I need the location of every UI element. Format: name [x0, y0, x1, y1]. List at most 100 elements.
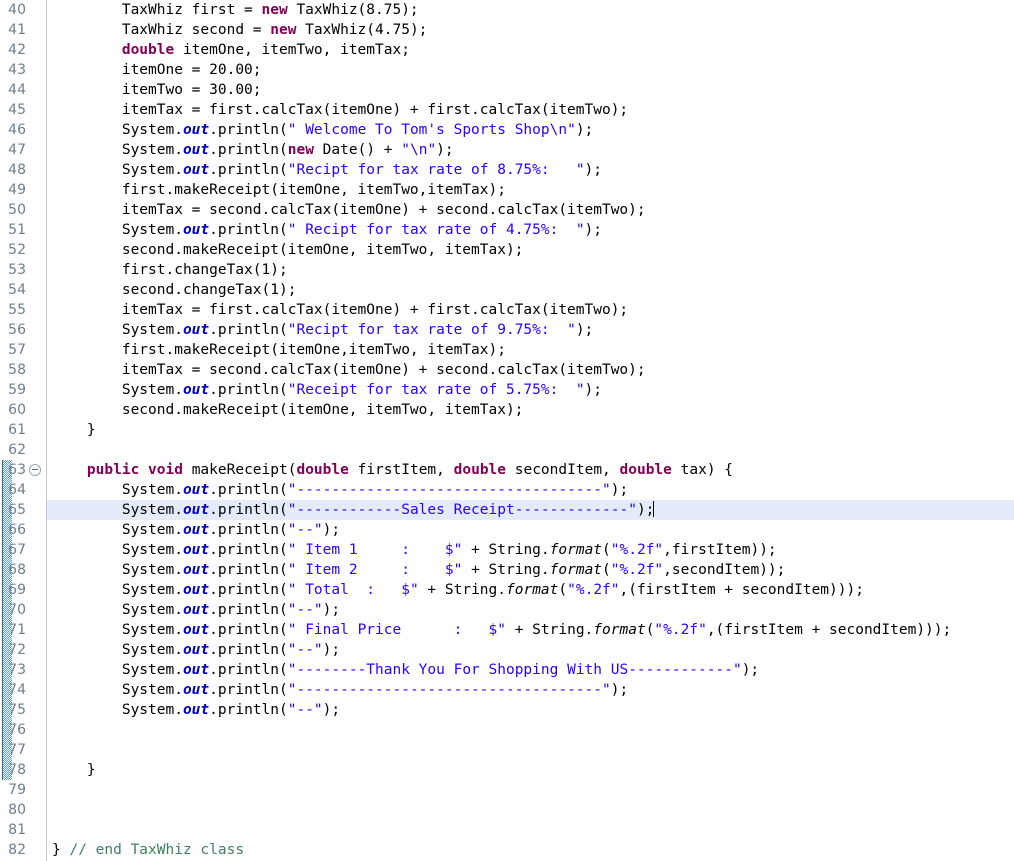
code-token: System. [52, 522, 183, 538]
code-token: new [270, 22, 296, 38]
line-number-52: 52 [0, 240, 26, 260]
code-token: .println( [209, 682, 288, 698]
code-token: .println( [209, 382, 288, 398]
code-token: ); [323, 642, 340, 658]
code-line-65[interactable]: System.out.println("------------Sales Re… [47, 500, 1014, 520]
code-line-76[interactable] [47, 720, 1014, 740]
code-token: out [183, 522, 209, 538]
code-token: format [550, 542, 602, 558]
code-line-41[interactable]: TaxWhiz second = new TaxWhiz(4.75); [47, 20, 1014, 40]
code-line-69[interactable]: System.out.println(" Total : $" + String… [47, 580, 1014, 600]
code-token: .println( [209, 662, 288, 678]
code-token: out [183, 502, 209, 518]
code-token: out [183, 602, 209, 618]
code-line-44[interactable]: itemTwo = 30.00; [47, 80, 1014, 100]
code-line-57[interactable]: first.makeReceipt(itemOne,itemTwo, itemT… [47, 340, 1014, 360]
code-line-54[interactable]: second.changeTax(1); [47, 280, 1014, 300]
code-line-77[interactable] [47, 740, 1014, 760]
code-line-60[interactable]: second.makeReceipt(itemOne, itemTwo, ite… [47, 400, 1014, 420]
line-number-73: 73 [0, 660, 26, 680]
code-token: double [620, 462, 672, 478]
code-line-45[interactable]: itemTax = first.calcTax(itemOne) + first… [47, 100, 1014, 120]
text-caret [653, 501, 654, 517]
code-token: new [288, 142, 314, 158]
code-line-52[interactable]: second.makeReceipt(itemOne, itemTwo, ite… [47, 240, 1014, 260]
code-line-74[interactable]: System.out.println("--------------------… [47, 680, 1014, 700]
code-token: " Welcome To Tom's Sports Shop\n" [288, 122, 576, 138]
line-number-76: 76 [0, 720, 26, 740]
code-line-82[interactable]: } // end TaxWhiz class [47, 840, 1014, 860]
code-line-42[interactable]: double itemOne, itemTwo, itemTax; [47, 40, 1014, 60]
code-line-75[interactable]: System.out.println("--"); [47, 700, 1014, 720]
code-line-73[interactable]: System.out.println("--------Thank You Fo… [47, 660, 1014, 680]
code-line-50[interactable]: itemTax = second.calcTax(itemOne) + seco… [47, 200, 1014, 220]
code-token: format [506, 582, 558, 598]
code-line-48[interactable]: System.out.println("Recipt for tax rate … [47, 160, 1014, 180]
code-token: "--" [288, 642, 323, 658]
code-line-70[interactable]: System.out.println("--"); [47, 600, 1014, 620]
code-line-79[interactable] [47, 780, 1014, 800]
line-number-gutter[interactable]: 4041424344454647484950515253545556575859… [0, 0, 47, 861]
code-token: ); [611, 682, 628, 698]
code-line-62[interactable] [47, 440, 1014, 460]
code-token [52, 462, 87, 478]
line-number-51: 51 [0, 220, 26, 240]
line-number-40: 40 [0, 0, 26, 20]
line-number-62: 62 [0, 440, 26, 460]
code-line-47[interactable]: System.out.println(new Date() + "\n"); [47, 140, 1014, 160]
line-number-63: 63 [0, 460, 26, 480]
line-number-71: 71 [0, 620, 26, 640]
code-line-61[interactable]: } [47, 420, 1014, 440]
line-number-81: 81 [0, 820, 26, 840]
code-line-46[interactable]: System.out.println(" Welcome To Tom's Sp… [47, 120, 1014, 140]
code-token: format [593, 622, 645, 638]
code-token: " Total : $" [288, 582, 419, 598]
code-line-78[interactable]: } [47, 760, 1014, 780]
code-token: itemOne = 20.00; [52, 62, 262, 78]
code-token: TaxWhiz(8.75); [288, 2, 419, 18]
code-token: secondItem, [506, 462, 620, 478]
code-line-49[interactable]: first.makeReceipt(itemOne, itemTwo,itemT… [47, 180, 1014, 200]
code-line-51[interactable]: System.out.println(" Recipt for tax rate… [47, 220, 1014, 240]
code-line-58[interactable]: itemTax = second.calcTax(itemOne) + seco… [47, 360, 1014, 380]
code-token: + String. [419, 582, 506, 598]
code-token: System. [52, 662, 183, 678]
code-line-67[interactable]: System.out.println(" Item 1 : $" + Strin… [47, 540, 1014, 560]
line-number-69: 69 [0, 580, 26, 600]
code-token: " Item 2 : $" [288, 562, 463, 578]
code-line-55[interactable]: itemTax = first.calcTax(itemOne) + first… [47, 300, 1014, 320]
line-number-65: 65 [0, 500, 26, 520]
code-text-area[interactable]: TaxWhiz first = new TaxWhiz(8.75); TaxWh… [47, 0, 1014, 861]
code-token: .println( [209, 222, 288, 238]
code-line-56[interactable]: System.out.println("Recipt for tax rate … [47, 320, 1014, 340]
code-token: out [183, 142, 209, 158]
code-token: .println( [209, 122, 288, 138]
code-token: out [183, 582, 209, 598]
code-token: out [183, 382, 209, 398]
line-number-66: 66 [0, 520, 26, 540]
code-line-81[interactable] [47, 820, 1014, 840]
code-token: + String. [462, 542, 549, 558]
code-token [139, 462, 148, 478]
code-line-66[interactable]: System.out.println("--"); [47, 520, 1014, 540]
code-token: "Receipt for tax rate of 5.75%: " [288, 382, 585, 398]
code-line-63[interactable]: public void makeReceipt(double firstItem… [47, 460, 1014, 480]
code-line-71[interactable]: System.out.println(" Final Price : $" + … [47, 620, 1014, 640]
code-line-53[interactable]: first.changeTax(1); [47, 260, 1014, 280]
code-editor[interactable]: 4041424344454647484950515253545556575859… [0, 0, 1014, 861]
code-line-80[interactable] [47, 800, 1014, 820]
code-line-40[interactable]: TaxWhiz first = new TaxWhiz(8.75); [47, 0, 1014, 20]
code-token: ,(firstItem + secondItem))); [620, 582, 864, 598]
line-number-42: 42 [0, 40, 26, 60]
code-line-43[interactable]: itemOne = 20.00; [47, 60, 1014, 80]
code-line-72[interactable]: System.out.println("--"); [47, 640, 1014, 660]
line-number-53: 53 [0, 260, 26, 280]
code-token: " Recipt for tax rate of 4.75%: " [288, 222, 585, 238]
code-line-59[interactable]: System.out.println("Receipt for tax rate… [47, 380, 1014, 400]
code-line-64[interactable]: System.out.println("--------------------… [47, 480, 1014, 500]
code-token: ); [323, 522, 340, 538]
code-line-68[interactable]: System.out.println(" Item 2 : $" + Strin… [47, 560, 1014, 580]
code-token: .println( [209, 702, 288, 718]
code-token: System. [52, 602, 183, 618]
code-fold-collapse-icon[interactable] [29, 464, 41, 476]
